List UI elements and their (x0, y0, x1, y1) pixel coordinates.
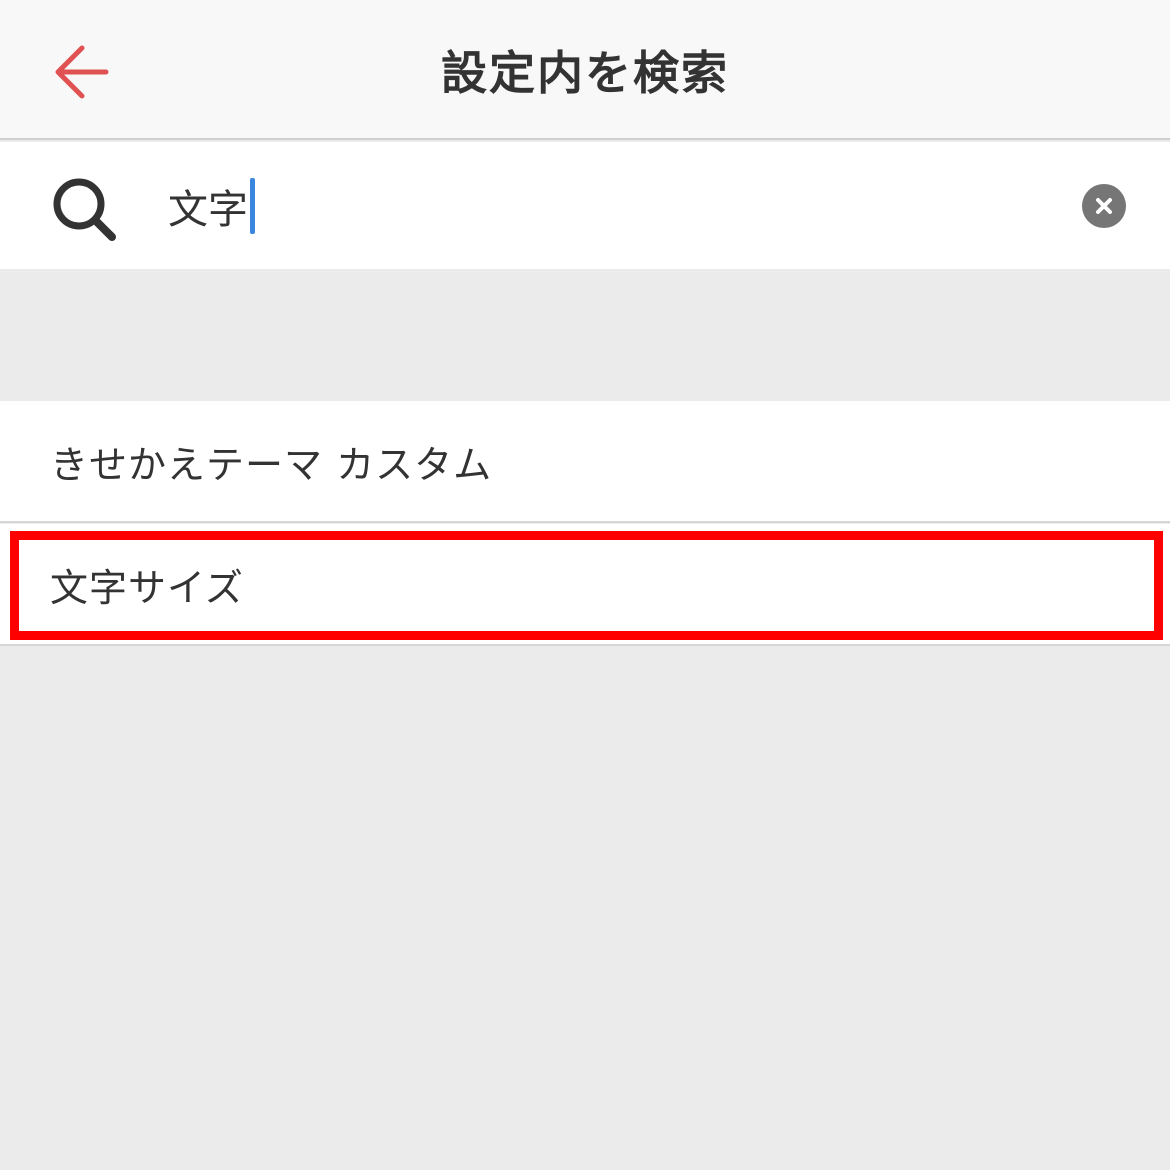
text-caret (250, 178, 255, 234)
search-bar: 文字 (0, 142, 1170, 269)
search-result-item-font-size[interactable]: 文字サイズ (0, 524, 1170, 646)
search-input-value: 文字 (168, 187, 248, 233)
page-title: 設定内を検索 (441, 46, 729, 100)
header-bar: 設定内を検索 (0, 0, 1170, 140)
settings-search-screen: 設定内を検索 文字 きせかえテーマ カスタム 文字サイズ (0, 0, 1170, 1170)
clear-circle-icon (1096, 198, 1112, 214)
search-result-label: 文字サイズ (50, 565, 244, 610)
clear-search-button[interactable] (1082, 184, 1126, 228)
search-result-item[interactable]: きせかえテーマ カスタム (0, 401, 1170, 523)
search-input[interactable]: 文字 (168, 164, 1048, 248)
search-result-label: きせかえテーマ カスタム (50, 442, 493, 487)
search-icon (53, 178, 116, 241)
